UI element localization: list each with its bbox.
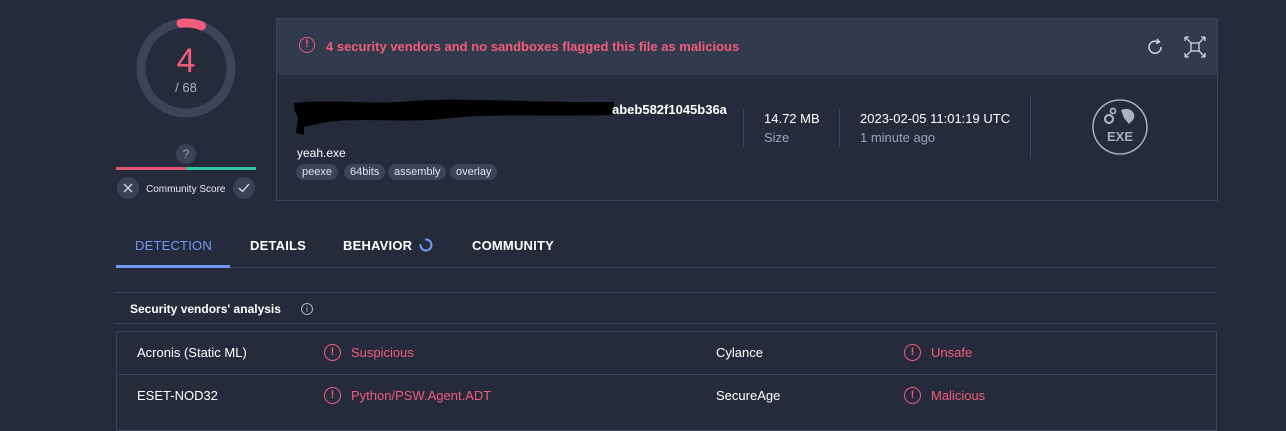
reanalyze-icon[interactable] <box>1144 36 1166 58</box>
vote-harmless-button[interactable] <box>233 177 255 199</box>
info-icon[interactable]: i <box>301 303 313 315</box>
vendor-verdict: Unsafe <box>931 345 973 360</box>
community-bar-positive <box>186 167 256 170</box>
community-bar-negative <box>116 167 186 170</box>
alert-circle-icon: ! <box>299 37 315 53</box>
file-size-label: Size <box>764 130 790 145</box>
detection-total: / 68 <box>175 80 197 95</box>
tab-detection[interactable]: DETECTION <box>135 238 212 253</box>
divider <box>1030 96 1031 158</box>
vendor-verdict: Suspicious <box>351 345 414 360</box>
alert-circle-icon: ! <box>324 387 341 404</box>
vendor-verdict: Malicious <box>931 388 986 403</box>
analysis-header <box>116 292 1217 324</box>
tab-details[interactable]: DETAILS <box>250 238 306 253</box>
vendor-results-table <box>116 331 1217 431</box>
graph-view-icon[interactable] <box>1184 36 1206 58</box>
alert-circle-icon: ! <box>904 387 921 404</box>
tab-behavior[interactable]: BEHAVIOR <box>343 238 412 253</box>
file-hash[interactable]: abeb582f1045b36a <box>612 102 727 117</box>
vendor-name: SecureAge <box>716 388 781 403</box>
vendor-verdict: Python/PSW.Agent.ADT <box>351 388 492 403</box>
community-score-question-icon[interactable]: ? <box>176 144 196 164</box>
vote-malicious-button[interactable] <box>117 177 139 199</box>
file-name: yeah.exe <box>297 146 346 160</box>
file-tag[interactable]: overlay <box>450 164 498 180</box>
divider <box>839 108 840 148</box>
loading-spinner-icon <box>419 238 433 252</box>
alert-text: 4 security vendors and no sandboxes flag… <box>326 39 740 54</box>
file-tag[interactable]: peexe <box>296 164 338 180</box>
redacted-hash <box>294 99 614 135</box>
check-icon <box>238 183 250 193</box>
vendor-name: Acronis (Static ML) <box>137 345 247 360</box>
alert-circle-icon: ! <box>904 344 921 361</box>
analysis-relative-time: 1 minute ago <box>860 130 936 145</box>
vendor-name: Cylance <box>716 345 763 360</box>
file-tag[interactable]: assembly <box>388 164 447 180</box>
active-tab-indicator <box>116 265 230 268</box>
file-tag[interactable]: 64bits <box>344 164 386 180</box>
detection-count: 4 <box>176 42 196 80</box>
exe-file-type-icon: EXE <box>1092 99 1148 155</box>
analysis-date: 2023-02-05 11:01:19 UTC <box>860 111 1011 126</box>
alert-circle-icon: ! <box>324 344 341 361</box>
vendor-name: ESET-NOD32 <box>137 388 218 403</box>
analysis-title: Security vendors' analysis <box>130 302 281 316</box>
tabs-divider <box>116 267 1217 268</box>
file-size-value: 14.72 MB <box>764 111 820 126</box>
tab-community[interactable]: COMMUNITY <box>472 238 554 253</box>
row-divider <box>117 374 1216 375</box>
close-icon <box>123 183 133 193</box>
community-score-label: Community Score <box>146 184 226 195</box>
exe-label: EXE <box>1107 129 1133 144</box>
divider <box>743 108 744 148</box>
